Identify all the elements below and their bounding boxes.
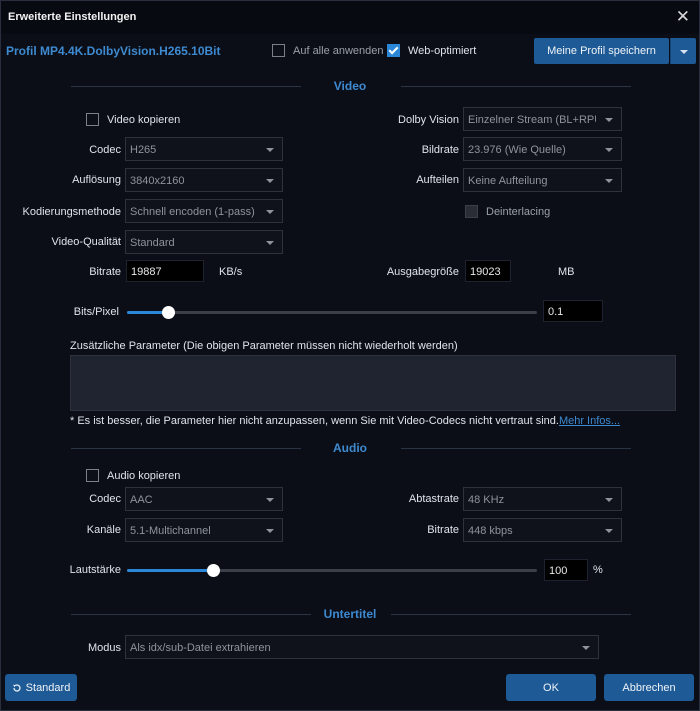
profile-name: Profil MP4.4K.DolbyVision.H265.10Bit xyxy=(6,44,221,58)
dolby-vision-value: Einzelner Stream (BL+RPU xyxy=(468,114,596,126)
window-title: Erweiterte Einstellungen xyxy=(8,11,137,23)
output-size-label: Ausgabegröße xyxy=(386,266,459,278)
resolution-value: 3840x2160 xyxy=(130,175,185,187)
audio-bitrate-value: 448 kbps xyxy=(468,525,513,537)
samplerate-label: Abtastrate xyxy=(408,493,459,505)
save-profile-button[interactable]: Meine Profil speichern xyxy=(534,38,669,64)
cancel-button[interactable]: Abbrechen xyxy=(604,674,694,701)
ok-button-label: OK xyxy=(543,681,559,694)
video-codec-label: Codec xyxy=(89,144,121,156)
close-icon[interactable]: ✕ xyxy=(676,7,690,27)
resolution-label: Auflösung xyxy=(72,174,121,186)
deinterlacing-checkbox[interactable] xyxy=(465,205,478,218)
title-bar: Erweiterte Einstellungen ✕ xyxy=(1,1,699,34)
video-quality-label: Video-Qualität xyxy=(51,236,121,248)
default-button[interactable]: Standard xyxy=(5,674,77,701)
chevron-down-icon xyxy=(266,148,274,152)
cancel-button-label: Abbrechen xyxy=(622,681,676,694)
chevron-down-icon xyxy=(266,498,274,502)
divider xyxy=(391,614,631,615)
chevron-down-icon xyxy=(605,148,613,152)
apply-all-checkbox[interactable] xyxy=(272,44,285,57)
chevron-down-icon xyxy=(605,498,613,502)
bits-pixel-label: Bits/Pixel xyxy=(73,306,119,318)
save-profile-dropdown-icon[interactable] xyxy=(670,38,696,64)
encoding-method-label: Kodierungsmethode xyxy=(22,206,121,218)
output-size-unit: MB xyxy=(558,266,575,278)
volume-slider-thumb[interactable] xyxy=(207,564,221,577)
copy-audio-label: Audio kopieren xyxy=(107,470,181,482)
video-bitrate-label: Bitrate xyxy=(89,266,121,278)
chevron-down-icon xyxy=(266,241,274,245)
bits-pixel-input[interactable]: 0.1 xyxy=(543,300,603,322)
divider xyxy=(401,86,631,87)
default-button-label: Standard xyxy=(25,681,71,694)
dolby-vision-label: Dolby Vision xyxy=(398,114,459,126)
split-label: Aufteilen xyxy=(416,174,459,186)
advanced-settings-dialog: Erweiterte Einstellungen ✕ Profil MP4.4K… xyxy=(0,0,700,711)
bits-pixel-slider-track[interactable] xyxy=(127,311,537,314)
copy-video-label: Video kopieren xyxy=(107,114,181,126)
encoding-method-value: Schnell encoden (1-pass) xyxy=(130,206,255,218)
video-quality-value: Standard xyxy=(130,237,175,249)
web-optimized-label: Web-optimiert xyxy=(408,45,477,57)
video-codec-select[interactable]: H265 xyxy=(125,137,283,161)
copy-video-checkbox[interactable] xyxy=(86,113,99,126)
framerate-label: Bildrate xyxy=(421,144,459,156)
video-quality-select[interactable]: Standard xyxy=(125,230,283,254)
resolution-select[interactable]: 3840x2160 xyxy=(125,168,283,192)
split-select[interactable]: Keine Aufteilung xyxy=(463,168,622,192)
channels-value: 5.1-Multichannel xyxy=(130,525,211,537)
volume-unit: % xyxy=(593,564,603,576)
chevron-down-icon xyxy=(266,529,274,533)
chevron-down-icon xyxy=(266,179,274,183)
more-info-link[interactable]: Mehr Infos... xyxy=(559,415,620,427)
channels-select[interactable]: 5.1-Multichannel xyxy=(125,518,283,542)
output-size-input[interactable]: 19023 xyxy=(465,260,511,282)
audio-codec-select[interactable]: AAC xyxy=(125,487,283,511)
subtitle-mode-select[interactable]: Als idx/sub-Datei extrahieren xyxy=(125,635,599,659)
video-bitrate-input[interactable]: 19887 xyxy=(126,260,204,282)
audio-codec-value: AAC xyxy=(130,494,153,506)
framerate-select[interactable]: 23.976 (Wie Quelle) xyxy=(463,137,622,161)
audio-bitrate-label: Bitrate xyxy=(427,524,459,536)
codec-note: * Es ist besser, die Parameter hier nich… xyxy=(70,415,620,427)
web-optimized-checkbox[interactable] xyxy=(387,44,400,57)
volume-slider-fill xyxy=(127,569,214,572)
chevron-down-icon xyxy=(605,118,613,122)
chevron-down-icon xyxy=(582,646,590,650)
subtitle-mode-value: Als idx/sub-Datei extrahieren xyxy=(130,642,271,654)
apply-all-label: Auf alle anwenden xyxy=(293,45,384,57)
volume-input[interactable]: 100 xyxy=(544,559,588,581)
volume-label: Lautstärke xyxy=(69,564,121,576)
video-codec-value: H265 xyxy=(130,144,157,156)
codec-note-text: * Es ist besser, die Parameter hier nich… xyxy=(70,415,559,427)
video-bitrate-unit: KB/s xyxy=(219,266,243,278)
chevron-down-icon xyxy=(605,529,613,533)
chevron-down-icon xyxy=(605,179,613,183)
samplerate-value: 48 KHz xyxy=(468,494,505,506)
audio-codec-label: Codec xyxy=(89,493,121,505)
encoding-method-select[interactable]: Schnell encoden (1-pass) xyxy=(125,199,283,223)
split-value: Keine Aufteilung xyxy=(468,175,548,187)
samplerate-select[interactable]: 48 KHz xyxy=(463,487,622,511)
subtitle-mode-label: Modus xyxy=(87,642,121,654)
dolby-vision-select[interactable]: Einzelner Stream (BL+RPU xyxy=(463,107,622,131)
copy-audio-checkbox[interactable] xyxy=(86,469,99,482)
deinterlacing-label: Deinterlacing xyxy=(486,206,551,218)
framerate-value: 23.976 (Wie Quelle) xyxy=(468,144,566,156)
audio-bitrate-select[interactable]: 448 kbps xyxy=(463,518,622,542)
extra-params-label: Zusätzliche Parameter (Die obigen Parame… xyxy=(70,340,458,352)
save-profile-label: Meine Profil speichern xyxy=(547,45,656,57)
extra-params-textarea[interactable] xyxy=(70,355,676,411)
channels-label: Kanäle xyxy=(86,524,121,536)
reset-icon xyxy=(12,683,21,692)
divider xyxy=(401,448,631,449)
chevron-down-icon xyxy=(266,210,274,214)
bits-pixel-slider-thumb[interactable] xyxy=(162,306,175,319)
ok-button[interactable]: OK xyxy=(506,674,596,701)
